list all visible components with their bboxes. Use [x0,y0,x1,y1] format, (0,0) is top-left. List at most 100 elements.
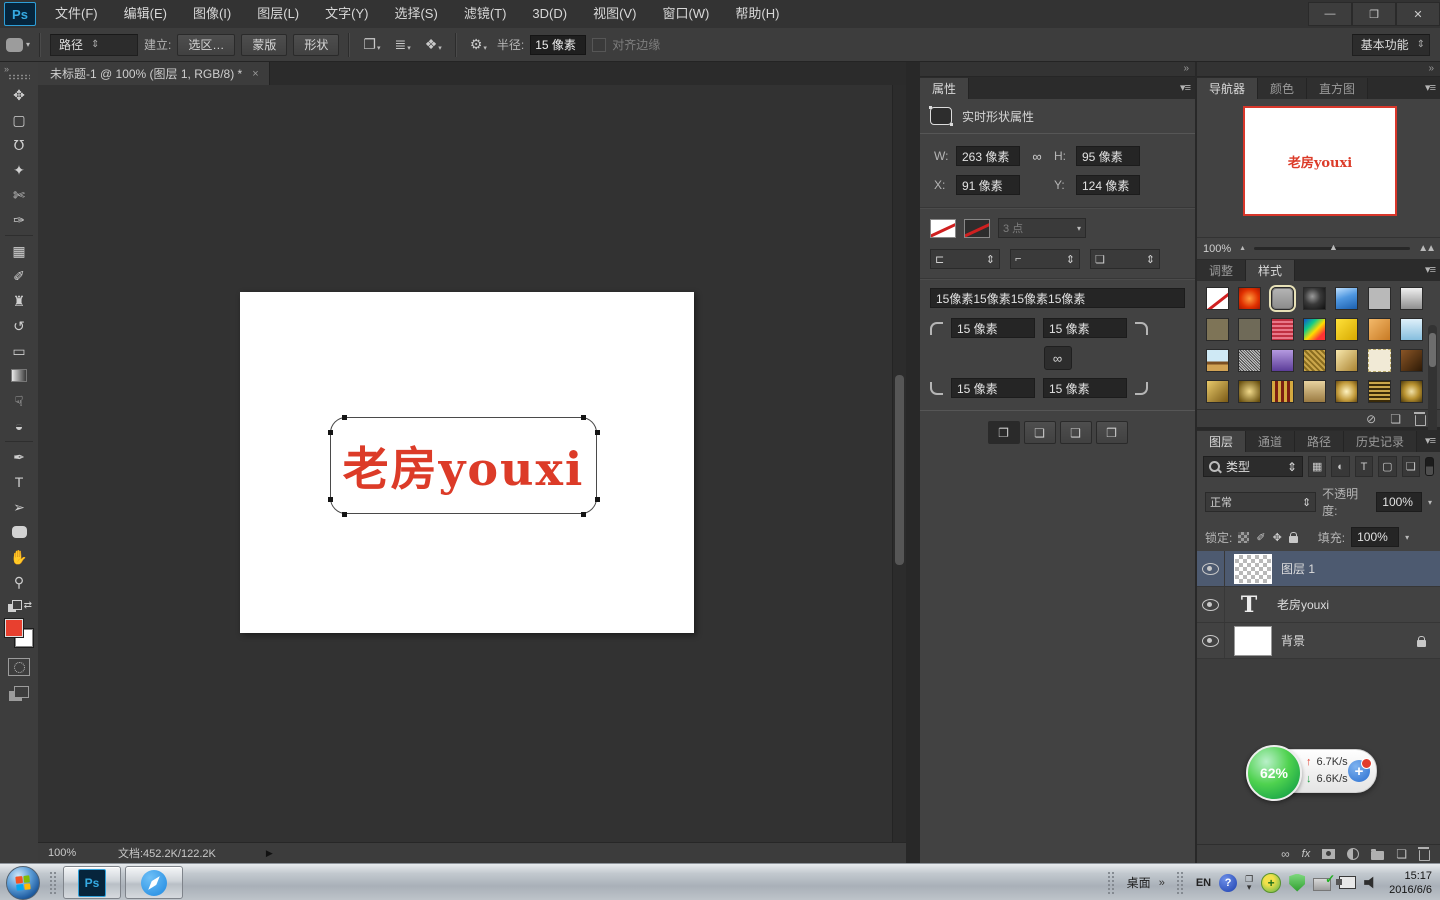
geometry-options-button[interactable]: ⚙ ▾ [466,36,491,53]
eraser-tool[interactable]: ▭ [5,338,33,363]
fill-swatch[interactable] [930,219,956,238]
layer-visibility-cell[interactable] [1197,587,1225,622]
path-anchor[interactable] [595,497,600,502]
menu-item[interactable]: 图像(I) [180,0,244,28]
shape-mode-select[interactable]: 路径 ⇕ [50,34,138,56]
smudge-tool[interactable]: ☟ [5,388,33,413]
panel-collapse-strip[interactable]: » [920,62,1195,77]
add-layer-mask-icon[interactable] [1322,849,1335,859]
pathfinder-subtract-button[interactable]: ❏ [1024,421,1056,444]
workspace-switcher[interactable]: 基本功能 ⇕ [1352,34,1430,56]
new-layer-icon[interactable]: ❏ [1396,847,1407,861]
zoom-tool[interactable]: ⚲ [5,569,33,594]
gradient-tool[interactable] [5,363,33,388]
align-edges-checkbox[interactable] [592,38,606,52]
speed-percent-ball[interactable]: 62% [1246,745,1302,801]
rectangular-marquee-tool[interactable]: ▢ [5,107,33,132]
navigator-tab[interactable]: 颜色 [1258,78,1307,99]
style-violet[interactable] [1271,349,1294,372]
navigator-preview[interactable]: 老房youxi [1243,106,1397,216]
crop-tool[interactable]: ✄ [5,182,33,207]
path-alignment-button[interactable]: ≣ ▾ [390,36,414,53]
panel-menu-icon[interactable]: ▾≡ [1425,81,1435,94]
move-tool[interactable]: ✥ [5,82,33,107]
update-check-icon[interactable]: ✓ [1313,878,1331,891]
filter-shape-layers-button[interactable]: ▢ [1378,456,1396,477]
type-tool[interactable]: T [5,469,33,494]
panel-menu-icon[interactable]: ▾≡ [1180,81,1190,94]
style-gold-bevel[interactable] [1335,349,1358,372]
layer-visibility-cell[interactable] [1197,551,1225,586]
clone-stamp-tool[interactable]: ♜ [5,288,33,313]
layer-visibility-cell[interactable] [1197,623,1225,658]
height-field[interactable]: 95 像素 [1076,146,1140,166]
network-speed-widget[interactable]: 62% ↑6.7K/s ↓6.6K/s + [1247,749,1377,793]
style-sky-bevel[interactable] [1400,318,1423,341]
taskbar-grip[interactable] [1107,871,1116,895]
style-gold-ornate-6[interactable] [1368,380,1391,403]
stroke-width-select[interactable]: 3 点 ▾ [998,218,1086,238]
show-hidden-icons-button[interactable]: ❐ ▾ [1245,875,1253,891]
close-button[interactable]: ✕ [1396,2,1440,26]
menu-item[interactable]: 图层(L) [244,0,312,28]
network-tray-icon[interactable] [1339,876,1356,889]
layer-row[interactable]: T 老房youxi [1197,587,1440,623]
pathfinder-intersect-button[interactable]: ❑ [1060,421,1092,444]
rounded-rectangle-path[interactable]: 老房youxi [330,417,597,514]
style-taupe[interactable] [1238,318,1261,341]
filter-pixel-layers-button[interactable]: ▦ [1308,456,1326,477]
zoom-out-icon[interactable]: ▲ [1239,245,1246,252]
taskbar-photoshop-button[interactable]: Ps [63,866,121,899]
eyedropper-tool[interactable]: ✑ [5,207,33,232]
new-group-icon[interactable] [1371,851,1384,860]
radius-top-left-field[interactable]: 15 像素 [951,318,1035,338]
vertical-scrollbar[interactable] [892,85,906,843]
document-tab[interactable]: 未标题-1 @ 100% (图层 1, RGB/8) * × [38,62,270,85]
language-indicator[interactable]: EN [1196,877,1211,889]
blend-mode-select[interactable]: 正常 ⇕ [1205,492,1316,512]
radius-top-right-field[interactable]: 15 像素 [1043,318,1127,338]
healing-brush-tool[interactable]: ▦ [5,235,33,263]
link-layers-icon[interactable]: ∞ [1281,847,1290,861]
width-field[interactable]: 263 像素 [956,146,1020,166]
quick-mask-button[interactable] [8,658,30,676]
path-anchor[interactable] [328,497,333,502]
create-button[interactable]: 蒙版 [241,34,287,56]
create-button[interactable]: 形状 [293,34,339,56]
panel-collapse-strip[interactable]: » [1197,62,1440,77]
input-method-icon[interactable]: ? [1219,874,1237,892]
magic-wand-tool[interactable]: ✦ [5,157,33,182]
security-shield-icon[interactable] [1289,874,1305,892]
taskbar-browser-button[interactable] [125,866,183,899]
path-anchor[interactable] [581,415,586,420]
layers-tab[interactable]: 图层 [1197,431,1246,452]
speed-widget-add-button[interactable]: + [1348,760,1370,782]
status-menu-arrow-icon[interactable]: ▶ [266,848,273,859]
panel-menu-icon[interactable]: ▾≡ [1425,263,1435,276]
lock-position-icon[interactable]: ✥ [1273,531,1282,544]
menu-item[interactable]: 文件(F) [42,0,111,28]
opacity-field[interactable]: 100% [1376,492,1422,512]
menu-item[interactable]: 帮助(H) [722,0,792,28]
zoom-slider[interactable]: ▲ [1254,247,1410,250]
navigator-tab[interactable]: 导航器 [1197,78,1258,99]
stroke-swatch[interactable] [964,219,990,238]
path-anchor[interactable] [328,430,333,435]
pathfinder-exclude-button[interactable]: ❒ [1096,421,1128,444]
radius-input[interactable]: 15 像素 [530,35,586,55]
pen-tool[interactable]: ✒ [5,441,33,469]
dodge-tool[interactable]: ◒ [5,413,33,438]
radius-bottom-right-field[interactable]: 15 像素 [1043,378,1127,398]
menu-item[interactable]: 文字(Y) [312,0,381,28]
layers-tab[interactable]: 路径 [1295,431,1344,452]
styles-tab[interactable]: 样式 [1246,260,1295,281]
desktop-toolbar-label[interactable]: 桌面 [1127,874,1151,891]
volume-tray-icon[interactable] [1364,876,1377,889]
style-colorful[interactable] [1303,318,1326,341]
stroke-alignment-select[interactable]: ⊏ ⇕ [930,249,1000,269]
tools-panel-header[interactable]: » [0,62,38,82]
dropdown-arrow-icon[interactable]: ▾ [1405,533,1409,542]
swap-colors-button[interactable]: ⇄ [7,600,31,614]
style-gold-ornate-5[interactable] [1335,380,1358,403]
restore-button[interactable]: ❐ [1352,2,1396,26]
